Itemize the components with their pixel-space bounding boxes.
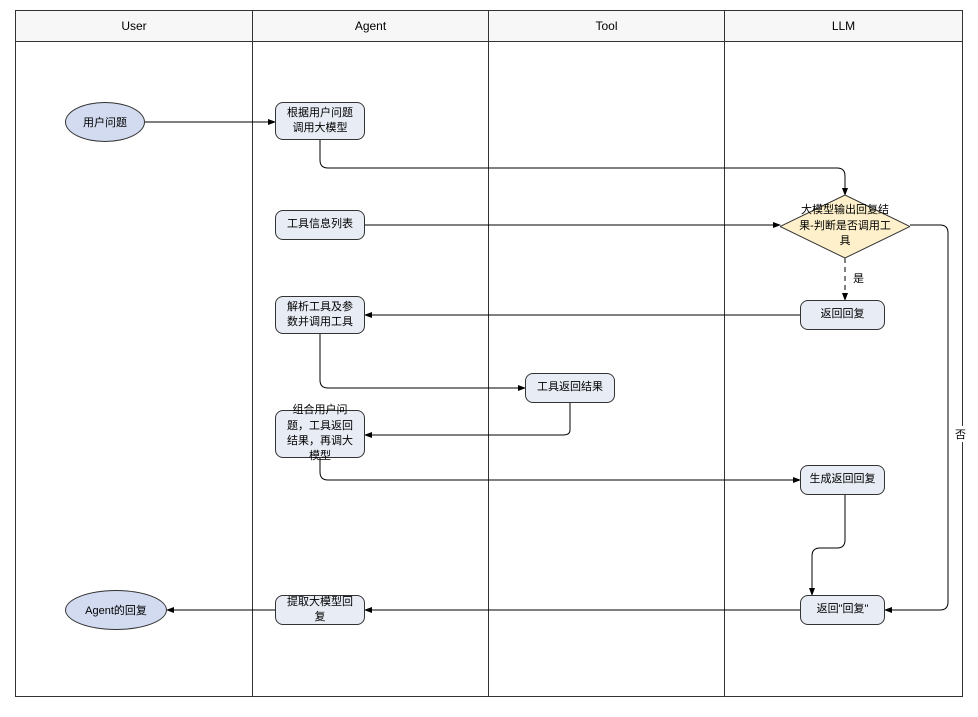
edge-label-yes: 是 — [851, 270, 866, 286]
node-label: 生成返回回复 — [810, 472, 876, 487]
node-tool-result: 工具返回结果 — [525, 373, 615, 403]
node-label: Agent的回复 — [85, 602, 147, 618]
node-return-reply2: 返回"回复" — [800, 595, 885, 625]
lane-header-tool: Tool — [488, 10, 725, 42]
node-return-reply: 返回回复 — [800, 300, 885, 330]
node-label: 大模型输出回复结果-判断是否调用工具 — [780, 203, 910, 249]
node-label: 提取大模型回复 — [282, 595, 358, 626]
node-label: 工具信息列表 — [287, 217, 353, 232]
node-decision: 大模型输出回复结果-判断是否调用工具 — [780, 195, 910, 258]
edge-label-no: 否 — [953, 426, 968, 442]
lane-label: LLM — [832, 19, 855, 33]
node-label: 工具返回结果 — [537, 380, 603, 395]
swimlane-diagram: User Agent Tool LLM — [15, 10, 963, 707]
node-invoke-llm: 根据用户问题调用大模型 — [275, 102, 365, 140]
lane-header-agent: Agent — [252, 10, 489, 42]
lane-label: Agent — [355, 19, 386, 33]
lane-header-llm: LLM — [724, 10, 963, 42]
node-user-question: 用户问题 — [65, 102, 145, 142]
lane-label: Tool — [595, 19, 617, 33]
node-label: 组合用户问题，工具返回结果，再调大模型 — [282, 403, 358, 465]
node-agent-response: Agent的回复 — [65, 590, 167, 630]
node-label: 返回回复 — [821, 307, 865, 322]
node-label: 用户问题 — [83, 114, 127, 130]
node-parse-invoke-tool: 解析工具及参数并调用工具 — [275, 296, 365, 334]
lane-label: User — [121, 19, 146, 33]
lane-body-tool — [488, 42, 725, 697]
node-combine-reinvoke: 组合用户问题，工具返回结果，再调大模型 — [275, 410, 365, 458]
node-label: 根据用户问题调用大模型 — [282, 106, 358, 137]
node-label: 返回"回复" — [817, 602, 869, 617]
node-label: 解析工具及参数并调用工具 — [282, 300, 358, 331]
node-tool-info-list: 工具信息列表 — [275, 210, 365, 240]
node-gen-reply: 生成返回回复 — [800, 465, 885, 495]
lane-header-user: User — [15, 10, 253, 42]
node-extract-reply: 提取大模型回复 — [275, 595, 365, 625]
